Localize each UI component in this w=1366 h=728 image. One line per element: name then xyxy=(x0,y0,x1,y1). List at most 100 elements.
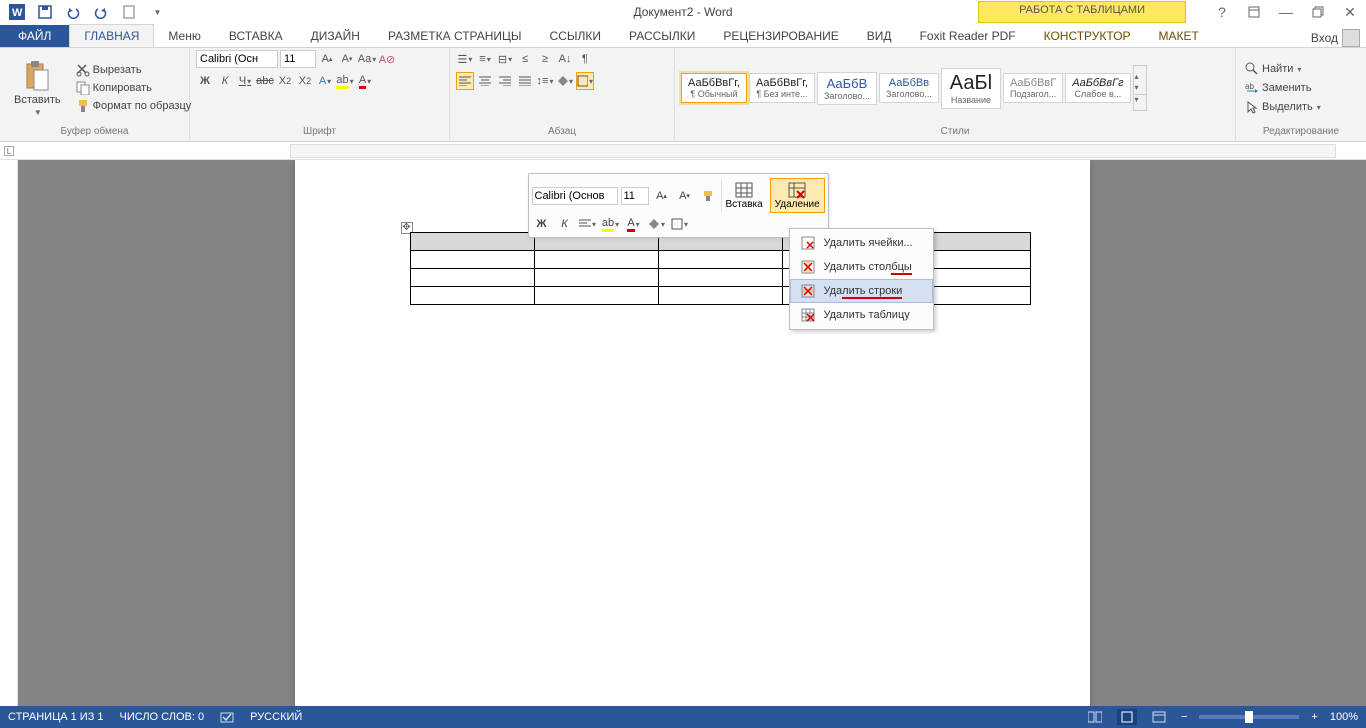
copy-button[interactable]: Копировать xyxy=(73,80,195,96)
table-cell[interactable] xyxy=(534,287,658,305)
font-color-button[interactable]: A▾ xyxy=(356,72,374,90)
mini-decrease-font[interactable]: A▾ xyxy=(675,187,695,205)
subscript-button[interactable]: X2 xyxy=(276,72,294,90)
underline-button[interactable]: Ч▾ xyxy=(236,72,254,90)
language-indicator[interactable]: РУССКИЙ xyxy=(250,711,302,723)
decrease-indent-button[interactable]: ≤ xyxy=(516,50,534,68)
tab-page-layout[interactable]: РАЗМЕТКА СТРАНИЦЫ xyxy=(374,25,536,47)
table-cell[interactable] xyxy=(658,251,782,269)
tab-constructor[interactable]: КОНСТРУКТОР xyxy=(1030,25,1145,47)
mini-italic[interactable]: К xyxy=(555,215,575,233)
help-button[interactable]: ? xyxy=(1210,2,1234,22)
mini-align[interactable]: ▾ xyxy=(578,215,598,233)
mini-bold[interactable]: Ж xyxy=(532,215,552,233)
undo-button[interactable] xyxy=(60,1,86,23)
read-mode-button[interactable] xyxy=(1085,709,1105,725)
highlight-button[interactable]: ab▾ xyxy=(336,72,354,90)
zoom-level[interactable]: 100% xyxy=(1330,711,1358,723)
table-row[interactable] xyxy=(410,251,1030,269)
table-cell[interactable] xyxy=(410,233,534,251)
line-spacing-button[interactable]: ↕≡▾ xyxy=(536,72,554,90)
format-painter-button[interactable]: Формат по образцу xyxy=(73,98,195,114)
decrease-font-button[interactable]: A▾ xyxy=(338,50,356,68)
restore-button[interactable] xyxy=(1306,2,1330,22)
proofing-icon[interactable] xyxy=(220,710,234,724)
mini-increase-font[interactable]: A▴ xyxy=(652,187,672,205)
table-row[interactable] xyxy=(410,287,1030,305)
table-cell[interactable] xyxy=(658,269,782,287)
font-size-select[interactable] xyxy=(280,50,316,68)
delete-columns-item[interactable]: Удалить столбцы xyxy=(790,255,933,279)
tab-review[interactable]: РЕЦЕНЗИРОВАНИЕ xyxy=(709,25,852,47)
mini-font-select[interactable] xyxy=(532,187,618,205)
mini-format-painter[interactable] xyxy=(698,187,718,205)
mini-borders[interactable]: ▾ xyxy=(670,215,690,233)
save-button[interactable] xyxy=(32,1,58,23)
word-icon[interactable]: W xyxy=(4,1,30,23)
tab-mailings[interactable]: РАССЫЛКИ xyxy=(615,25,709,47)
increase-indent-button[interactable]: ≥ xyxy=(536,50,554,68)
paste-button[interactable]: Вставить ▼ xyxy=(6,56,69,121)
replace-button[interactable]: abЗаменить xyxy=(1242,80,1360,96)
font-name-select[interactable] xyxy=(196,50,278,68)
cut-button[interactable]: Вырезать xyxy=(73,62,195,78)
numbering-button[interactable]: ≡▾ xyxy=(476,50,494,68)
change-case-button[interactable]: Aa▾ xyxy=(358,50,376,68)
web-layout-button[interactable] xyxy=(1149,709,1169,725)
ribbon-display-button[interactable] xyxy=(1242,2,1266,22)
styles-more-button[interactable]: ▴▾▾ xyxy=(1133,65,1147,111)
mini-shading[interactable]: ▾ xyxy=(647,215,667,233)
style-subtitle[interactable]: АаБбВвГПодзагол... xyxy=(1003,73,1063,103)
text-effects-button[interactable]: A▾ xyxy=(316,72,334,90)
mini-delete-button[interactable]: Удаление xyxy=(770,178,825,213)
new-doc-button[interactable] xyxy=(116,1,142,23)
table-cell[interactable] xyxy=(410,287,534,305)
table-row[interactable] xyxy=(410,269,1030,287)
qat-customize[interactable]: ▼ xyxy=(144,1,170,23)
justify-button[interactable] xyxy=(516,72,534,90)
bold-button[interactable]: Ж xyxy=(196,72,214,90)
close-button[interactable]: ✕ xyxy=(1338,2,1362,22)
delete-rows-item[interactable]: Удалить строки xyxy=(790,279,933,303)
zoom-out-button[interactable]: − xyxy=(1181,711,1187,723)
tab-home[interactable]: ГЛАВНАЯ xyxy=(69,24,154,47)
tab-foxit[interactable]: Foxit Reader PDF xyxy=(906,25,1030,47)
bullets-button[interactable]: ☰▾ xyxy=(456,50,474,68)
horizontal-ruler[interactable]: L xyxy=(0,142,1366,160)
style-nointerval[interactable]: АаБбВвГг,¶ Без инте... xyxy=(749,73,815,103)
tab-menu[interactable]: Меню xyxy=(154,25,214,47)
zoom-in-button[interactable]: + xyxy=(1311,711,1317,723)
borders-button[interactable]: ▾ xyxy=(576,72,594,90)
increase-font-button[interactable]: A▴ xyxy=(318,50,336,68)
page[interactable]: ✥ A▴ A▾ Вставка xyxy=(295,160,1090,706)
redo-button[interactable] xyxy=(88,1,114,23)
mini-font-color[interactable]: A▾ xyxy=(624,215,644,233)
delete-cells-item[interactable]: Удалить ячейки... xyxy=(790,231,933,255)
align-right-button[interactable] xyxy=(496,72,514,90)
find-button[interactable]: Найти▾ xyxy=(1242,61,1360,77)
tab-references[interactable]: ССЫЛКИ xyxy=(536,25,615,47)
table-cell[interactable] xyxy=(534,251,658,269)
page-indicator[interactable]: СТРАНИЦА 1 ИЗ 1 xyxy=(8,711,104,723)
style-normal[interactable]: АаБбВвГг,¶ Обычный xyxy=(681,73,747,103)
clear-formatting-button[interactable]: A⊘ xyxy=(378,50,396,68)
word-table[interactable] xyxy=(410,232,1031,305)
strikethrough-button[interactable]: abc xyxy=(256,72,274,90)
tab-selector[interactable]: L xyxy=(4,146,14,156)
superscript-button[interactable]: X2 xyxy=(296,72,314,90)
document-scroll[interactable]: ✥ A▴ A▾ Вставка xyxy=(18,160,1366,706)
tab-view[interactable]: ВИД xyxy=(853,25,906,47)
minimize-button[interactable]: — xyxy=(1274,2,1298,22)
select-button[interactable]: Выделить▾ xyxy=(1242,99,1360,115)
tab-insert[interactable]: ВСТАВКА xyxy=(215,25,297,47)
zoom-thumb[interactable] xyxy=(1245,711,1253,723)
style-heading2[interactable]: АаБбВвЗаголово... xyxy=(879,73,939,103)
vertical-ruler[interactable] xyxy=(0,160,18,706)
mini-size-select[interactable] xyxy=(621,187,649,205)
signin-button[interactable]: Вход xyxy=(1311,29,1360,47)
sort-button[interactable]: A↓ xyxy=(556,50,574,68)
align-center-button[interactable] xyxy=(476,72,494,90)
style-title[interactable]: АаБlНазвание xyxy=(941,68,1001,109)
style-weak[interactable]: АаБбВвГгСлабое в... xyxy=(1065,73,1130,103)
mini-highlight[interactable]: ab▾ xyxy=(601,215,621,233)
